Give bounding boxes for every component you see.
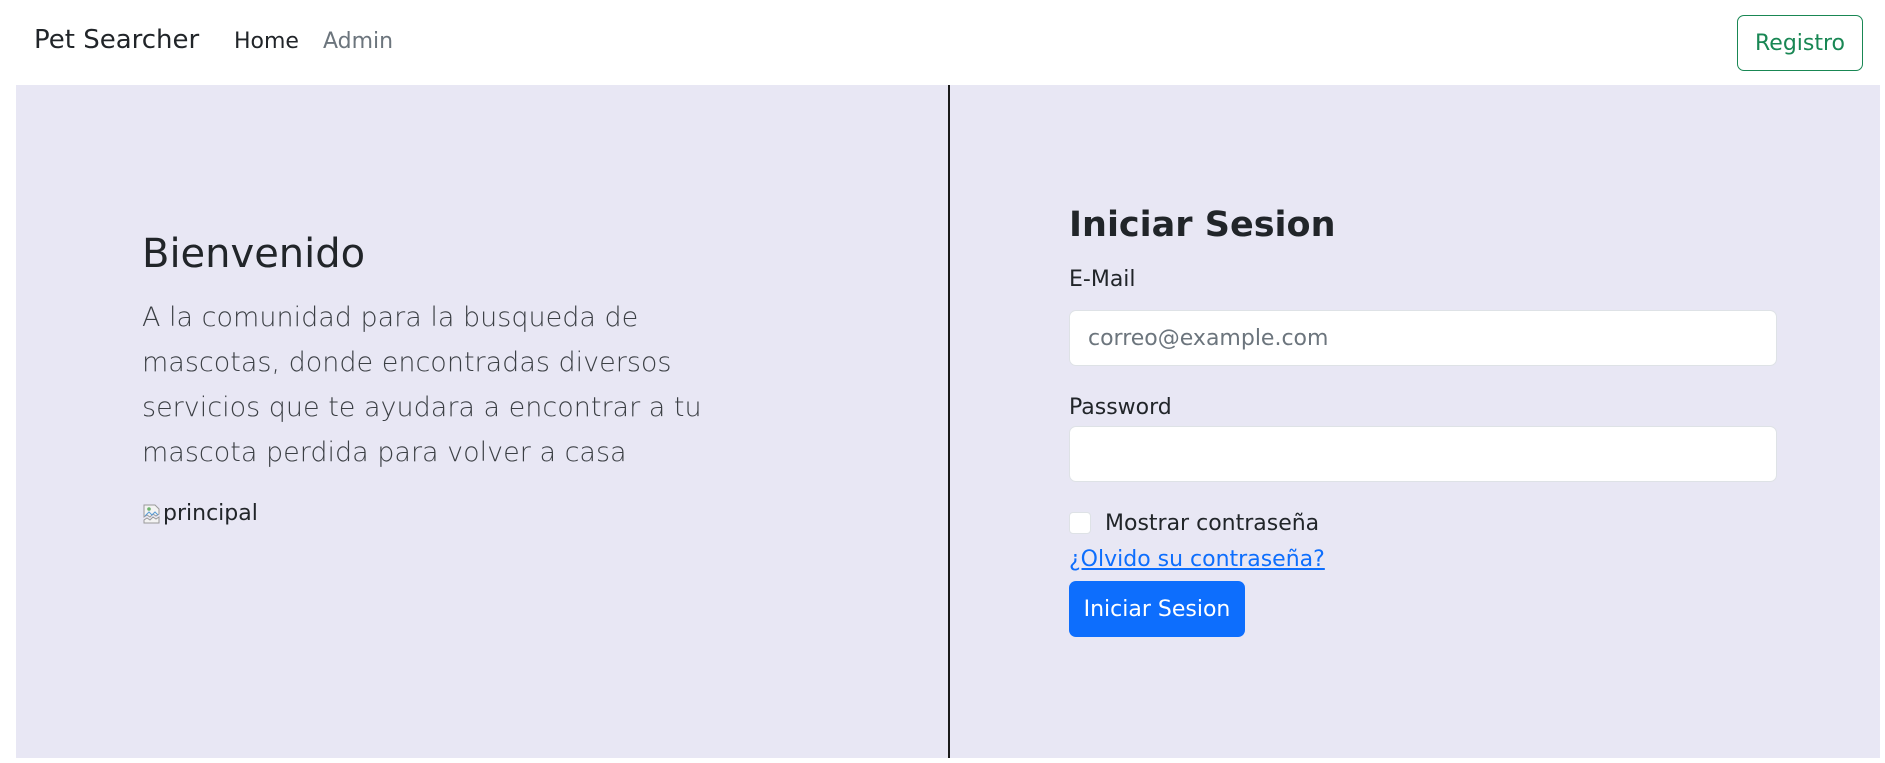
show-password-checkbox[interactable] (1069, 512, 1091, 534)
welcome-description: A la comunidad para la busqueda de masco… (142, 302, 702, 468)
principal-image: principal (142, 501, 258, 526)
show-password-row: Mostrar contraseña (1069, 508, 1319, 538)
welcome-title: Bienvenido (142, 231, 366, 277)
login-button[interactable]: Iniciar Sesion (1069, 581, 1245, 637)
vertical-divider (948, 85, 950, 758)
email-label: E-Mail (1069, 267, 1136, 292)
password-field[interactable] (1069, 426, 1777, 482)
broken-image-icon (142, 503, 162, 525)
principal-image-alt-text: principal (163, 501, 258, 526)
show-password-label[interactable]: Mostrar contraseña (1105, 511, 1319, 536)
nav-link-home[interactable]: Home (234, 29, 299, 54)
navbar: Pet Searcher Home Admin Registro (0, 0, 1885, 85)
brand-link[interactable]: Pet Searcher (34, 25, 199, 55)
main-panel: Bienvenido A la comunidad para la busque… (16, 85, 1880, 758)
password-label: Password (1069, 395, 1172, 420)
nav-link-admin[interactable]: Admin (323, 29, 393, 54)
email-field[interactable] (1069, 310, 1777, 366)
forgot-password-link[interactable]: ¿Olvido su contraseña? (1069, 547, 1325, 572)
register-button[interactable]: Registro (1737, 15, 1863, 71)
login-title: Iniciar Sesion (1069, 205, 1336, 245)
